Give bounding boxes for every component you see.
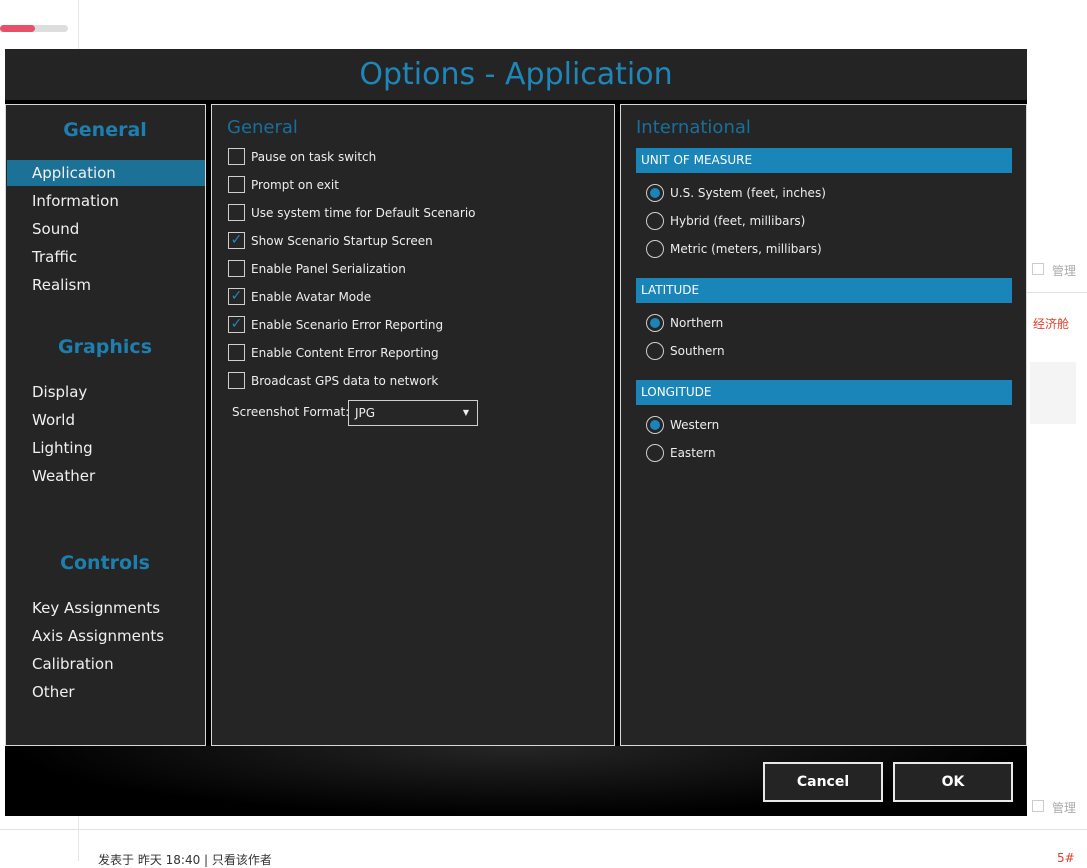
sidebar-item-axis-assignments[interactable]: Axis Assignments [7,623,205,649]
checkbox-label: Enable Panel Serialization [251,262,406,276]
sidebar-item-realism[interactable]: Realism [7,272,205,298]
background-checkbox[interactable] [1032,800,1044,812]
chevron-down-icon: ▼ [462,408,469,417]
checkmark-icon: ✓ [230,232,243,248]
sidebar-item-other[interactable]: Other [7,679,205,705]
checkbox[interactable] [228,344,245,361]
checkbox-label: Enable Scenario Error Reporting [251,318,444,332]
checkbox[interactable] [228,148,245,165]
screenshot-format-value: JPG [355,406,376,420]
international-panel: International UNIT OF MEASURE U.S. System… [620,104,1027,746]
checkbox[interactable] [228,176,245,193]
checkbox-label: Broadcast GPS data to network [251,374,439,388]
general-heading: General [227,117,298,138]
background-floor-number: 5# [1057,851,1075,865]
dialog-title-bar: Options - Application [5,49,1027,100]
radio-button[interactable] [646,342,664,360]
radio-button[interactable] [646,184,664,202]
radio-label: Hybrid (feet, millibars) [670,214,806,228]
background-manage-label: 管理 [1052,801,1077,815]
background-box [1030,362,1076,424]
sidebar-item-world[interactable]: World [7,407,205,433]
radio-button[interactable] [646,240,664,258]
background-divider [0,829,1087,830]
sidebar-item-information[interactable]: Information [7,188,205,214]
screenshot-format-dropdown[interactable]: JPG ▼ [348,400,478,426]
checkbox-label: Pause on task switch [251,150,377,164]
cancel-button[interactable]: Cancel [763,762,883,802]
ok-button[interactable]: OK [893,762,1013,802]
radio-label: U.S. System (feet, inches) [670,186,826,200]
checkbox-label: Use system time for Default Scenario [251,206,476,220]
checkbox-label: Prompt on exit [251,178,339,192]
general-panel: General Screenshot Format: JPG ▼ Pause on… [211,104,615,746]
dialog-title: Options - Application [359,57,673,92]
checkbox[interactable] [228,260,245,277]
sidebar-item-weather[interactable]: Weather [7,463,205,489]
options-dialog: Options - Application General Application… [5,49,1027,816]
sidebar-heading-graphics: Graphics [58,336,152,358]
radio-button[interactable] [646,212,664,230]
sidebar-heading-general: General [63,119,147,141]
radio-label: Metric (meters, millibars) [670,242,822,256]
checkbox-label: Enable Content Error Reporting [251,346,439,360]
checkbox-label: Enable Avatar Mode [251,290,372,304]
background-progress-bar [0,25,68,32]
international-heading: International [636,117,751,138]
radio-button[interactable] [646,314,664,332]
checkbox-label: Show Scenario Startup Screen [251,234,433,248]
sidebar-item-calibration[interactable]: Calibration [7,651,205,677]
background-manage-label: 管理 [1052,264,1077,278]
sidebar-item-application[interactable]: Application [7,160,205,186]
sidebar-item-lighting[interactable]: Lighting [7,435,205,461]
background-divider [1020,292,1087,293]
checkbox[interactable] [228,204,245,221]
section-header-longitude: LONGITUDE [636,380,1012,405]
dialog-footer: Cancel OK [5,746,1027,816]
background-red-label: 经济舱 [1033,317,1070,331]
sidebar-item-display[interactable]: Display [7,379,205,405]
section-header-unit-of-measure: UNIT OF MEASURE [636,148,1012,173]
radio-button[interactable] [646,444,664,462]
checkmark-icon: ✓ [230,288,243,304]
checkbox[interactable] [228,372,245,389]
checkmark-icon: ✓ [230,316,243,332]
radio-label: Northern [670,316,724,330]
sidebar-item-sound[interactable]: Sound [7,216,205,242]
checkbox[interactable]: ✓ [228,232,245,249]
sidebar-item-key-assignments[interactable]: Key Assignments [7,595,205,621]
sidebar-item-traffic[interactable]: Traffic [7,244,205,270]
radio-label: Southern [670,344,725,358]
checkbox[interactable]: ✓ [228,288,245,305]
background-checkbox[interactable] [1032,263,1044,275]
radio-button[interactable] [646,416,664,434]
background-post-info: 发表于 昨天 18:40 | 只看该作者 [98,853,272,867]
section-header-latitude: LATITUDE [636,278,1012,303]
sidebar-heading-controls: Controls [60,552,150,574]
sidebar: General Application Information Sound Traffi… [5,104,206,746]
screenshot-format-label: Screenshot Format: [232,405,350,419]
checkbox[interactable]: ✓ [228,316,245,333]
radio-label: Western [670,418,720,432]
radio-label: Eastern [670,446,716,460]
